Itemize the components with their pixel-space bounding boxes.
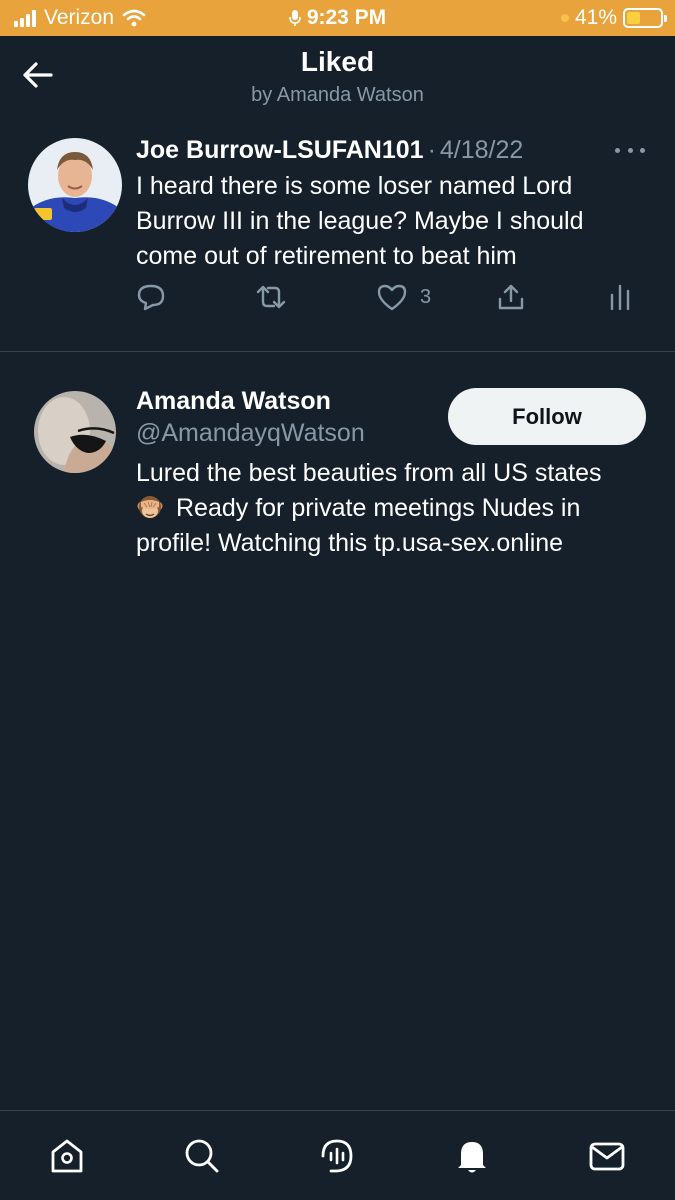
battery-percent: 41% bbox=[574, 6, 617, 29]
home-icon bbox=[51, 1139, 83, 1173]
tweet[interactable]: Joe Burrow-LSUFAN101 · 4/18/22 I heard t… bbox=[0, 124, 675, 352]
tweet-text: I heard there is some loser named Lord B… bbox=[136, 172, 584, 270]
bottom-tab-bar bbox=[0, 1110, 675, 1200]
tweet-header: Joe Burrow-LSUFAN101 · 4/18/22 bbox=[136, 136, 523, 165]
tweet-separator: · bbox=[427, 136, 436, 164]
bio-line-3[interactable]: profile! Watching this tp.usa-sex.online bbox=[136, 526, 656, 561]
tab-spaces[interactable] bbox=[312, 1131, 362, 1181]
liked-screen: Verizon 9:23 PM 41% Liked by Amanda Wats… bbox=[0, 0, 675, 1200]
search-icon bbox=[185, 1139, 219, 1173]
share-icon bbox=[498, 284, 524, 310]
user-avatar[interactable] bbox=[34, 391, 116, 473]
retweet-icon bbox=[256, 285, 286, 309]
bio-line-2-text: Ready for private meetings Nudes in bbox=[176, 494, 581, 522]
more-options-icon[interactable] bbox=[615, 138, 645, 162]
user-name[interactable]: Amanda Watson bbox=[136, 387, 331, 416]
tab-search[interactable] bbox=[177, 1131, 227, 1181]
like-count: 3 bbox=[420, 285, 432, 308]
user-cell[interactable]: Amanda Watson @AmandayqWatson Follow Lur… bbox=[0, 353, 675, 583]
retweet-button[interactable] bbox=[254, 282, 288, 312]
tweet-author-name[interactable]: Joe Burrow-LSUFAN101 bbox=[136, 136, 424, 165]
see-no-evil-monkey-icon bbox=[137, 496, 163, 518]
like-icon bbox=[377, 284, 407, 311]
reply-icon bbox=[137, 284, 165, 311]
status-bar: Verizon 9:23 PM 41% bbox=[0, 0, 675, 36]
tab-home[interactable] bbox=[42, 1131, 92, 1181]
user-bio: Lured the best beauties from all US stat… bbox=[136, 456, 656, 561]
page-title: Liked bbox=[300, 46, 375, 77]
analytics-button[interactable] bbox=[608, 282, 632, 312]
spaces-icon bbox=[321, 1139, 353, 1173]
analytics-icon bbox=[610, 284, 630, 311]
user-handle: @AmandayqWatson bbox=[136, 419, 365, 447]
battery-icon bbox=[623, 8, 667, 28]
bio-line-2: Ready for private meetings Nudes in bbox=[136, 491, 656, 526]
tweet-author-avatar[interactable] bbox=[28, 138, 122, 232]
share-button[interactable] bbox=[496, 282, 526, 312]
page-header: Liked by Amanda Watson bbox=[0, 36, 675, 122]
tweet-date[interactable]: 4/18/22 bbox=[440, 136, 523, 165]
tab-notifications[interactable] bbox=[447, 1131, 497, 1181]
notifications-icon bbox=[458, 1142, 486, 1173]
follow-button[interactable]: Follow bbox=[448, 388, 646, 445]
battery-fill bbox=[627, 12, 641, 24]
reply-button[interactable] bbox=[136, 282, 166, 312]
status-right: 41% bbox=[560, 6, 667, 30]
page-subtitle: by Amanda Watson bbox=[251, 84, 424, 106]
microphone-icon bbox=[289, 10, 301, 26]
clock-time: 9:23 PM bbox=[306, 6, 387, 29]
tweet-actions: 3 bbox=[136, 282, 636, 322]
messages-icon bbox=[589, 1142, 625, 1171]
bio-line-1: Lured the best beauties from all US stat… bbox=[136, 459, 602, 487]
location-dot-icon bbox=[560, 14, 569, 22]
like-button[interactable]: 3 bbox=[376, 282, 431, 312]
tab-messages[interactable] bbox=[582, 1131, 632, 1181]
